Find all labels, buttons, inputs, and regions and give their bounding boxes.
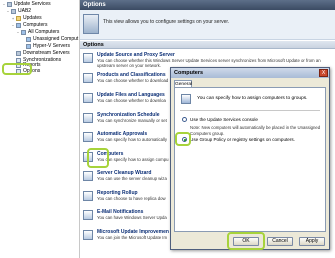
option-description: You can synchronize manually or set (97, 118, 167, 123)
server-icon (16, 51, 21, 56)
computer-group-icon (21, 30, 26, 35)
cancel-button[interactable]: Cancel (267, 237, 293, 246)
computers-icon (16, 23, 21, 28)
dialog-title: Computers (171, 68, 329, 78)
dialog-description: You can specify how to assign computers … (197, 96, 308, 101)
option-description: You can use the server cleanup wiza (97, 176, 167, 181)
update-services-icon (7, 2, 12, 7)
option-description: You can choose whether to downloa (97, 98, 166, 103)
tree-label: Computers (23, 22, 48, 28)
radio-label[interactable]: Use the Update Services console (190, 117, 258, 122)
navigation-tree: − Update Services − UAB2 + Updates − Com… (0, 0, 80, 258)
computers-icon (181, 94, 191, 104)
note-text: Note: New computers will automatically b… (190, 125, 321, 136)
divider (180, 110, 320, 111)
options-large-icon (83, 14, 99, 34)
close-icon[interactable]: X (319, 69, 328, 77)
option-description: You can have Windows Server Upda (97, 215, 167, 220)
tree-item-updates[interactable]: + Updates (11, 15, 42, 22)
radio-update-services-console[interactable] (182, 117, 187, 122)
option-update-source[interactable]: Update Source and Proxy Server You can c… (83, 52, 333, 68)
computer-group-icon (26, 37, 31, 42)
intro-text: This view allows you to configure settin… (103, 19, 230, 25)
reporting-icon (83, 191, 93, 201)
computer-group-icon (26, 44, 31, 49)
intro-panel: This view allows you to configure settin… (80, 10, 335, 40)
option-description: You can choose whether to download (97, 78, 169, 83)
tree-label: Updates (23, 15, 42, 21)
update-source-icon (83, 53, 93, 63)
radio-label[interactable]: Use Group Policy or registry settings on… (190, 137, 295, 142)
option-description: You can choose to have replica dow (97, 196, 166, 201)
tree-label: All Computers (28, 29, 60, 35)
apply-button[interactable]: Apply (299, 237, 325, 246)
approvals-icon (83, 132, 93, 142)
tree-item-downstream-servers[interactable]: Downstream Servers (16, 50, 70, 57)
computers-dialog: Computers X General You can specify how … (170, 67, 330, 250)
ok-button[interactable]: OK (233, 237, 259, 246)
options-highlight (2, 63, 32, 75)
tree-item-all-computers[interactable]: − All Computers (16, 29, 59, 36)
pane-header: Options (80, 0, 335, 10)
section-label: Options (80, 41, 335, 49)
expand-icon[interactable]: + (11, 15, 15, 22)
folder-icon (16, 16, 21, 21)
collapse-icon[interactable]: − (16, 29, 20, 36)
update-files-icon (83, 93, 93, 103)
radio-highlight (175, 132, 191, 146)
tree-label: Update Services (14, 1, 51, 7)
tree-label: UAB2 (18, 8, 32, 14)
collapse-icon[interactable]: − (11, 22, 15, 29)
tree-label: Hyper-V Servers (33, 43, 70, 49)
option-description: You can specify how to automatically (97, 137, 168, 142)
option-description: You can join the Microsoft Update Im (97, 235, 168, 240)
tree-item-update-services[interactable]: − Update Services (2, 1, 51, 8)
cleanup-icon (83, 171, 93, 181)
sync-schedule-icon (83, 113, 93, 123)
tree-label: Downstream Servers (23, 50, 70, 56)
tree-item-computers[interactable]: − Computers (11, 22, 47, 29)
tree-item-hyper-v-servers[interactable]: Hyper-V Servers (26, 43, 70, 50)
collapse-icon[interactable]: − (6, 8, 10, 15)
computers-highlight (87, 148, 109, 168)
email-icon (83, 210, 93, 220)
general-tab-panel: You can specify how to assign computers … (174, 87, 326, 232)
server-icon (11, 9, 16, 14)
option-description: upstream server on your network. (97, 63, 162, 68)
tree-item-unassigned-computers[interactable]: Unassigned Comput (26, 36, 78, 43)
tree-label: Unassigned Comput (33, 36, 79, 42)
improvement-icon (83, 230, 93, 240)
collapse-icon[interactable]: − (2, 1, 6, 8)
products-icon (83, 73, 93, 83)
tree-item-server[interactable]: − UAB2 (6, 8, 31, 15)
